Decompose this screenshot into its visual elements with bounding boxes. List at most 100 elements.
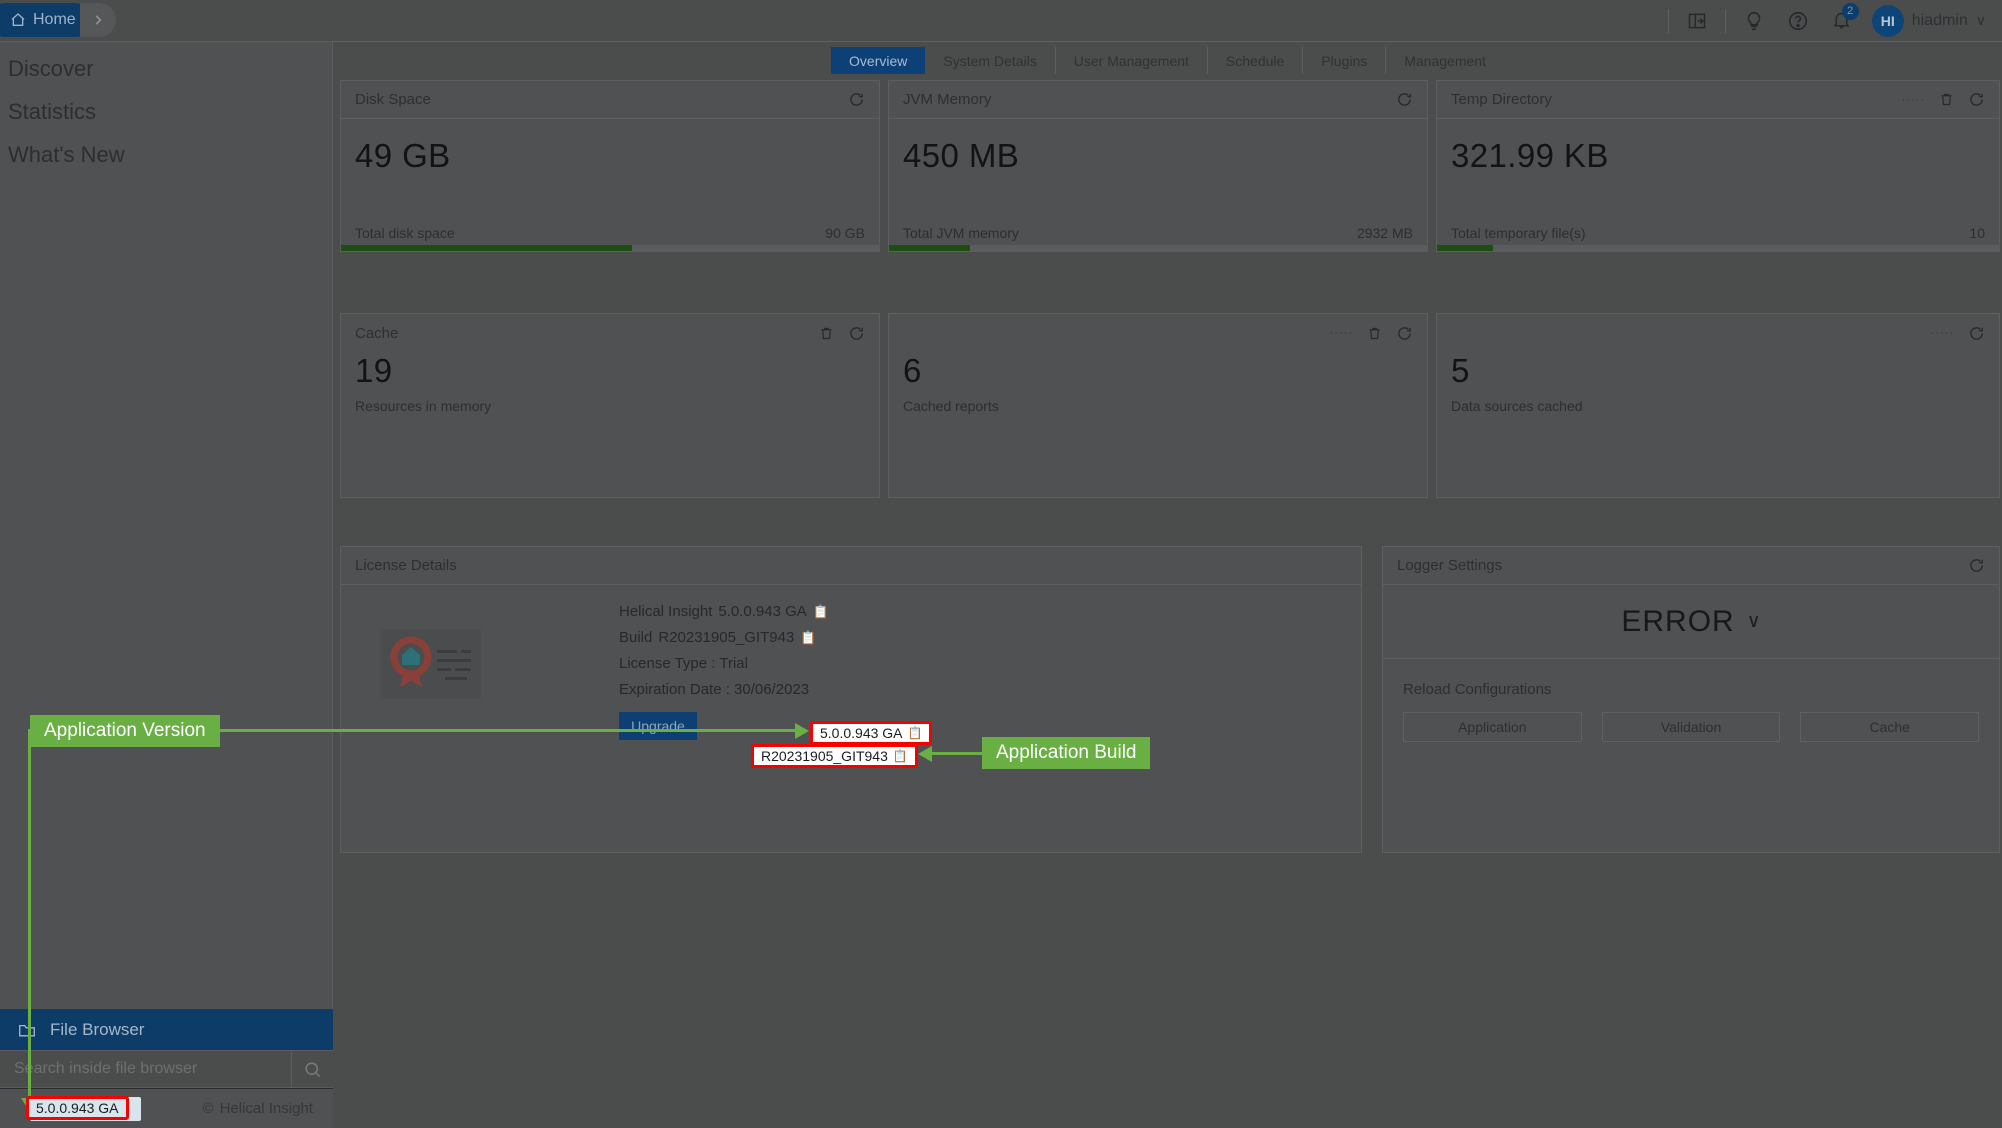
metric-value: 49 GB — [355, 137, 451, 174]
license-version-row: Helical Insight 5.0.0.943 GA 📋 — [619, 599, 829, 625]
trash-icon[interactable] — [819, 325, 834, 342]
help-icon[interactable] — [1776, 0, 1820, 42]
card-logger-settings: Logger Settings ERROR ∨ Reload Configura… — [1382, 546, 2000, 853]
refresh-icon[interactable] — [1396, 325, 1413, 342]
user-name-label: hiadmin — [1911, 11, 1968, 29]
metric-foot-value: 2932 MB — [1356, 225, 1413, 241]
reload-validation-button[interactable]: Validation — [1601, 712, 1781, 742]
chevron-down-icon: ∨ — [295, 146, 307, 164]
chevron-down-icon: ∨ — [1975, 12, 1986, 28]
bulb-icon[interactable] — [1732, 0, 1776, 42]
sidebar-item-whats-new[interactable]: What's New ∨ — [0, 133, 333, 176]
panel-toggle-icon[interactable] — [1675, 0, 1719, 42]
highlight-box-version-chip: 5.0.0.943 GA — [26, 1096, 129, 1120]
sidebar-item-discover[interactable]: Discover ∨ — [0, 47, 333, 90]
sidebar-item-statistics-label: Statistics — [8, 98, 97, 124]
search-button[interactable] — [291, 1051, 333, 1087]
card-jvm-memory: JVM Memory 450 MB Total JVM memory 2932 … — [888, 80, 1428, 252]
card-disk-space: Disk Space 49 GB Total disk space 90 GB — [340, 80, 880, 252]
log-level-select[interactable]: ERROR ∨ — [1383, 585, 1999, 659]
reload-buttons: Application Validation Cache — [1383, 698, 1999, 742]
tab-management[interactable]: Management — [1386, 47, 1504, 74]
dashboard-canvas: Disk Space 49 GB Total disk space 90 GB — [340, 80, 2000, 1122]
reload-configurations-title: Reload Configurations — [1403, 681, 1552, 698]
trash-icon[interactable] — [1939, 91, 1954, 108]
license-type-row: License Type : Trial — [619, 655, 748, 672]
highlight-build-text: R20231905_GIT943 — [761, 748, 888, 764]
breadcrumb-expand-button[interactable] — [80, 3, 116, 37]
card-data-sources-cached: ····· 5 Data sources cached — [1436, 313, 2000, 498]
license-build-value: R20231905_GIT943 — [658, 629, 795, 646]
search-input[interactable] — [0, 1051, 291, 1087]
log-level-value: ERROR — [1621, 604, 1735, 638]
tab-plugins[interactable]: Plugins — [1303, 47, 1387, 74]
chevron-right-icon — [95, 15, 102, 25]
home-icon — [11, 13, 25, 26]
tab-schedule[interactable]: Schedule — [1208, 47, 1304, 74]
tab-bar: Overview System Details User Management … — [333, 43, 2002, 78]
progress-fill — [1437, 245, 1494, 251]
card-title: Temp Directory — [1451, 91, 1552, 108]
annotation-arrow-version-right — [795, 723, 809, 739]
application-root: Home Discover ∨ Statistics ∨ What's New … — [0, 0, 2002, 1128]
metric-value: 450 MB — [903, 137, 1020, 174]
divider — [1667, 8, 1669, 33]
copy-icon[interactable]: 📋 — [813, 599, 829, 625]
metric-footer: Total temporary file(s) 10 — [1437, 225, 1999, 241]
card-header: JVM Memory — [889, 81, 1427, 119]
reload-cache-button[interactable]: Cache — [1800, 712, 1980, 742]
card-title: JVM Memory — [903, 91, 992, 108]
breadcrumb-home-label: Home — [33, 11, 76, 28]
copy-icon[interactable]: 📋 — [893, 749, 908, 763]
breadcrumb-home[interactable]: Home — [0, 3, 92, 37]
card-title: Disk Space — [355, 91, 431, 108]
metric-value: 6 — [903, 352, 922, 389]
drag-handle-icon[interactable]: ····· — [1902, 94, 1925, 106]
metric-sub-label: Data sources cached — [1451, 398, 1583, 414]
tab-overview[interactable]: Overview — [831, 47, 926, 74]
footer-brand-label: Helical Insight — [219, 1100, 313, 1117]
file-browser-label: File Browser — [50, 1019, 145, 1039]
refresh-icon[interactable] — [1968, 557, 1985, 574]
breadcrumb: Home — [0, 0, 333, 42]
copy-icon[interactable]: 📋 — [800, 625, 816, 651]
license-expiration-row: Expiration Date : 30/06/2023 — [619, 681, 810, 698]
top-bar: 2 HI hiadmin ∨ — [333, 0, 2002, 42]
refresh-icon[interactable] — [1968, 91, 1985, 108]
refresh-icon[interactable] — [848, 91, 865, 108]
license-product-version: 5.0.0.943 GA — [718, 603, 807, 620]
progress-fill — [889, 245, 970, 251]
refresh-icon[interactable] — [848, 325, 865, 342]
chevron-down-icon: ∨ — [295, 60, 307, 78]
sidebar-item-whats-new-label: What's New — [8, 141, 125, 167]
sidebar-item-statistics[interactable]: Statistics ∨ — [0, 90, 333, 133]
highlight-version-text: 5.0.0.943 GA — [820, 725, 903, 741]
trash-icon[interactable] — [1367, 325, 1382, 342]
refresh-icon[interactable] — [1968, 325, 1985, 342]
sidebar-item-discover-label: Discover — [8, 55, 94, 81]
bell-icon[interactable]: 2 — [1820, 0, 1864, 42]
card-cached-reports: ····· 6 Cached reports — [888, 313, 1428, 498]
metric-foot-value: 10 — [1969, 225, 1985, 241]
file-browser-header[interactable]: File Browser — [0, 1009, 333, 1050]
highlight-box-application-version: 5.0.0.943 GA 📋 — [810, 721, 933, 745]
search-icon — [305, 1061, 321, 1077]
tab-user-management[interactable]: User Management — [1056, 47, 1208, 74]
card-header: Logger Settings — [1383, 547, 1999, 585]
metric-value: 5 — [1451, 352, 1470, 389]
copy-icon[interactable]: 📋 — [908, 726, 923, 740]
left-sidebar: Home Discover ∨ Statistics ∨ What's New … — [0, 0, 333, 1128]
refresh-icon[interactable] — [1396, 91, 1413, 108]
chevron-down-icon: ∨ — [1746, 611, 1761, 632]
reload-application-button[interactable]: Application — [1403, 712, 1582, 742]
tab-system-details[interactable]: System Details — [925, 47, 1056, 74]
drag-handle-icon[interactable]: ····· — [1330, 327, 1353, 339]
card-header: Disk Space — [341, 81, 879, 119]
drag-handle-icon[interactable]: ····· — [1931, 327, 1954, 339]
certificate-icon-graphic — [390, 636, 471, 687]
highlight-version-chip-text: 5.0.0.943 GA — [36, 1100, 119, 1116]
metric-foot-label: Total temporary file(s) — [1451, 225, 1586, 241]
user-menu[interactable]: HI hiadmin ∨ — [1871, 4, 1986, 37]
divider — [1724, 8, 1726, 33]
upgrade-button[interactable]: Upgrade — [619, 712, 697, 740]
